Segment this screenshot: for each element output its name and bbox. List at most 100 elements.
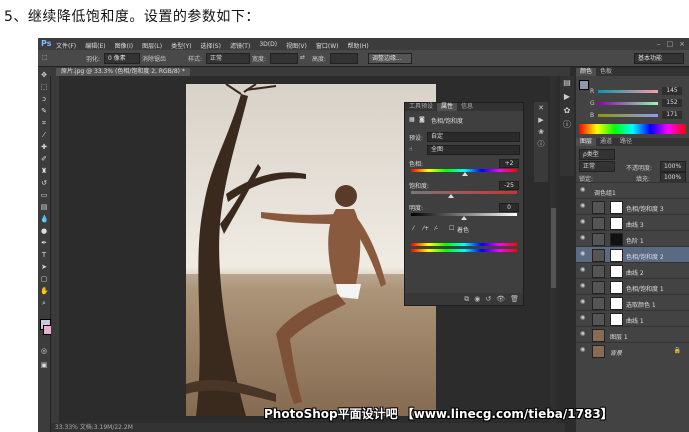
menu-file[interactable]: 文件(F) xyxy=(56,41,76,50)
layer-mask-thumb[interactable] xyxy=(610,297,623,310)
eye-icon[interactable]: ◉ xyxy=(580,347,586,353)
stamp-tool-icon[interactable]: ♜ xyxy=(40,167,48,175)
eye-icon[interactable]: ◉ xyxy=(580,235,586,241)
play-icon[interactable]: ▶ xyxy=(534,114,548,126)
minimize-icon[interactable]: – xyxy=(657,40,661,48)
scrollbar-thumb[interactable] xyxy=(551,208,556,288)
visibility-icon[interactable]: 👁 xyxy=(496,295,505,303)
marquee-tool-icon[interactable]: ⬚ xyxy=(40,83,48,91)
layer-mask-thumb[interactable] xyxy=(610,233,623,246)
workspace-select[interactable]: 基本功能 xyxy=(634,53,684,64)
layer-row[interactable]: ◉ 曲线 1 xyxy=(576,310,689,326)
tool-presets-icon[interactable]: ✕ xyxy=(534,102,548,114)
eraser-tool-icon[interactable]: ▭ xyxy=(40,191,48,199)
channel-b-value[interactable]: 171 xyxy=(662,111,682,119)
lightness-slider-thumb[interactable] xyxy=(461,216,467,220)
adjustments-icon[interactable]: ✿ xyxy=(560,104,574,118)
move-tool-icon[interactable]: ✥ xyxy=(40,71,48,79)
info-panel-icon[interactable]: ⓘ xyxy=(560,118,574,132)
document-tab[interactable]: 原片.jpg @ 33.3% (色相/饱和度 2, RGB/8) * xyxy=(56,68,190,76)
actions-icon[interactable]: ▶ xyxy=(560,90,574,104)
eyedropper-plus-icon[interactable]: ⁄+ xyxy=(423,225,429,232)
healing-tool-icon[interactable]: ✚ xyxy=(40,143,48,151)
lightness-input[interactable]: 0 xyxy=(499,203,519,212)
history-icon[interactable]: ▤ xyxy=(560,76,574,90)
tab-info[interactable]: 信息 xyxy=(457,103,477,111)
layer-mask-thumb[interactable] xyxy=(610,281,623,294)
channel-r-slider[interactable] xyxy=(598,90,658,93)
channel-g-slider[interactable] xyxy=(598,102,658,105)
eye-icon[interactable]: ◉ xyxy=(580,315,586,321)
swap-icon[interactable]: ⇄ xyxy=(300,54,305,61)
eye-icon[interactable]: ◉ xyxy=(580,331,586,337)
saturation-slider[interactable] xyxy=(411,191,517,194)
color-spectrum[interactable] xyxy=(579,124,686,134)
mask-icon[interactable]: ◙ xyxy=(419,116,425,123)
layer-row[interactable]: ◉ 曲线 3 xyxy=(576,214,689,230)
menu-edit[interactable]: 编辑(E) xyxy=(85,41,105,50)
menu-filter[interactable]: 滤镜(T) xyxy=(230,41,250,50)
saturation-slider-thumb[interactable] xyxy=(448,194,454,198)
menu-select[interactable]: 选择(S) xyxy=(200,41,221,50)
shape-tool-icon[interactable]: ▢ xyxy=(40,275,48,283)
quick-select-tool-icon[interactable]: ✎ xyxy=(40,107,48,115)
menu-type[interactable]: 类型(Y) xyxy=(171,41,191,50)
tab-channels[interactable]: 通道 xyxy=(596,138,616,146)
menu-layer[interactable]: 图层(L) xyxy=(142,41,162,50)
layer-row[interactable]: ◉ 色相/饱和度 3 xyxy=(576,198,689,214)
properties-icon[interactable]: ❀ xyxy=(534,126,548,138)
tab-swatches[interactable]: 色板 xyxy=(596,68,616,76)
hand-adjust-icon[interactable]: ☝ xyxy=(409,146,413,153)
channel-select[interactable]: 全图 xyxy=(427,145,520,155)
blur-tool-icon[interactable]: 💧 xyxy=(40,215,49,223)
layer-row[interactable]: ◉ 色相/饱和度 1 xyxy=(576,278,689,294)
eye-icon[interactable]: ◉ xyxy=(580,283,586,289)
menu-window[interactable]: 窗口(W) xyxy=(316,41,339,50)
close-icon[interactable]: × xyxy=(679,40,685,48)
dodge-tool-icon[interactable]: ● xyxy=(40,227,48,235)
eyedropper-tool-icon[interactable]: ⁄ xyxy=(40,131,48,139)
layer-mask-thumb[interactable] xyxy=(610,201,623,214)
tab-tool-presets[interactable]: 工具预设 xyxy=(405,103,437,111)
channel-g-value[interactable]: 152 xyxy=(662,99,682,107)
gradient-tool-icon[interactable]: ▤ xyxy=(40,203,48,211)
brush-tool-icon[interactable]: ✐ xyxy=(40,155,48,163)
saturation-input[interactable]: -25 xyxy=(499,181,519,190)
history-brush-tool-icon[interactable]: ↺ xyxy=(40,179,48,187)
feather-input[interactable]: 0 像素 xyxy=(104,53,140,64)
layer-row[interactable]: ◉ 曲线 2 xyxy=(576,262,689,278)
opacity-input[interactable]: 100% xyxy=(660,161,686,172)
eye-icon[interactable]: ◉ xyxy=(580,251,586,257)
blend-mode-select[interactable]: 正常 xyxy=(579,161,615,172)
view-previous-icon[interactable]: ◉ xyxy=(474,295,480,303)
eye-icon[interactable]: ◉ xyxy=(580,203,586,209)
reset-icon[interactable]: ↺ xyxy=(485,295,491,303)
height-input[interactable] xyxy=(330,53,358,64)
layer-filter-select[interactable]: ρ类型 xyxy=(579,149,615,160)
menu-help[interactable]: 帮助(H) xyxy=(348,41,369,50)
layer-mask-thumb[interactable] xyxy=(610,313,623,326)
layer-group[interactable]: ◉ 调色组1 xyxy=(576,182,689,198)
eye-icon[interactable]: ◉ xyxy=(580,187,586,193)
crop-tool-icon[interactable]: ⌗ xyxy=(40,119,48,127)
color-foreground-swatch[interactable] xyxy=(579,80,589,90)
type-tool-icon[interactable]: T xyxy=(40,251,48,259)
width-input[interactable] xyxy=(270,53,298,64)
preset-select[interactable]: 自定 xyxy=(427,132,520,142)
menu-view[interactable]: 视图(V) xyxy=(286,41,307,50)
tab-layers[interactable]: 图层 xyxy=(576,138,597,146)
path-select-tool-icon[interactable]: ➤ xyxy=(40,263,48,271)
layer-row[interactable]: ◉ 色阶 1 xyxy=(576,230,689,246)
layer-row[interactable]: ◉ 图层 1 xyxy=(576,326,689,342)
pen-tool-icon[interactable]: ✒ xyxy=(40,239,48,247)
clip-layer-icon[interactable]: ⧉ xyxy=(464,295,469,304)
antialias-checkbox-label[interactable]: 消除锯齿 xyxy=(142,54,166,63)
layer-row-selected[interactable]: ◉ 色相/饱和度 2 xyxy=(576,246,689,262)
layer-mask-thumb[interactable] xyxy=(610,217,623,230)
eye-icon[interactable]: ◉ xyxy=(580,267,586,273)
delete-icon[interactable]: 🗑 xyxy=(510,295,519,303)
screen-mode-icon[interactable]: ▣ xyxy=(40,361,48,369)
eyedropper-minus-icon[interactable]: ⁄- xyxy=(435,225,438,232)
quick-mask-icon[interactable]: ◎ xyxy=(40,347,48,355)
layer-mask-thumb[interactable] xyxy=(610,265,623,278)
